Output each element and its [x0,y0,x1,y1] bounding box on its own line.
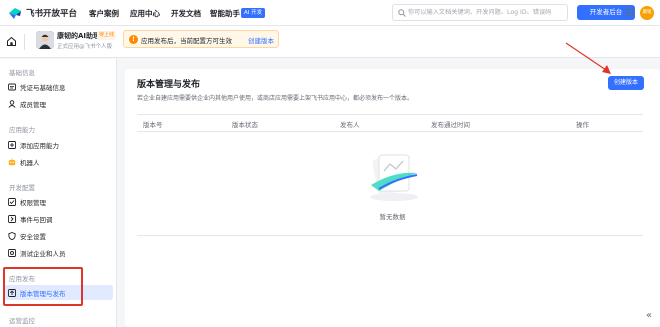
create-version-button[interactable]: 创建版本 [608,76,644,90]
sidebar-group-dev-config: 开发配置 [9,184,35,192]
sidebar-group-monitoring: 运营监控 [9,317,35,325]
sidebar-group-basic: 基础信息 [9,69,35,77]
sidebar-item-label: 权限管理 [20,199,46,207]
event-icon [8,215,16,223]
sidebar-item-label: 机器人 [20,159,40,167]
user-icon [8,100,16,108]
grid-icon[interactable] [625,8,634,17]
app-status-badge: 待上线 [97,31,117,40]
sidebar-item-bot[interactable]: 机器人 [4,154,113,169]
sidebar-item-label: 成员管理 [20,101,46,109]
sidebar-item-label: 添加应用能力 [20,142,59,150]
credential-icon [8,83,16,91]
publish-notice: ! 应用发布后，当前配置方可生效 创建版本 [123,30,279,48]
nav-dev-docs[interactable]: 开发文档 [171,8,201,19]
search-input[interactable] [408,7,566,18]
sidebar-item-label: 安全设置 [20,233,46,241]
sidebar-item-credentials[interactable]: 凭证与基础信息 [4,79,113,94]
sidebar-item-members[interactable]: 成员管理 [4,96,113,111]
column-header-approved-time: 发布通过时间 [431,121,470,129]
sidebar-item-security[interactable]: 安全设置 [4,228,113,243]
column-header-version: 版本号 [143,121,163,129]
brand-title[interactable]: 飞书开放平台 [26,7,77,19]
shield-icon [8,232,16,240]
column-header-actions: 操作 [576,121,589,129]
empty-data-illustration-icon [370,154,418,201]
notice-text: 应用发布后，当前配置方可生效 [141,37,232,45]
sidebar-item-label: 事件与回调 [20,216,53,224]
add-square-icon [8,141,16,149]
column-header-status: 版本状态 [232,121,258,129]
app-name: 康韧的AI助理 [57,32,101,40]
notice-create-version-link[interactable]: 创建版本 [248,35,274,45]
person-avatar-icon [36,31,54,49]
column-header-publisher: 发布人 [340,121,360,129]
sidebar-item-add-capability[interactable]: 添加应用能力 [4,137,113,152]
sidebar-item-test-tenants[interactable]: 测试企业和人员 [4,245,113,260]
table-bottom-divider [137,235,643,236]
permission-icon [8,198,16,206]
home-icon[interactable] [6,36,17,47]
search-box[interactable] [392,4,568,21]
robot-icon [8,158,16,166]
nav-customer-cases[interactable]: 客户案例 [89,8,119,19]
app-header-bar: 康韧的AI助理 待上线 正式应用@飞书个人版 ! 应用发布后，当前配置方可生效 … [0,26,660,58]
sidebar-item-label: 凭证与基础信息 [20,84,66,92]
app-avatar[interactable] [36,31,54,49]
search-icon [398,9,406,17]
empty-state-text: 暂无数据 [379,213,406,221]
table-header: 版本号 版本状态 发布人 发布通过时间 操作 [137,114,643,132]
double-chevron-left-icon[interactable]: « [642,309,656,323]
sidebar-item-permissions[interactable]: 权限管理 [4,194,113,209]
sidebar-group-capabilities: 应用能力 [9,126,35,134]
app-subtitle: 正式应用@飞书个人版 [57,44,113,50]
test-icon [8,249,16,257]
warning-icon: ! [129,35,138,44]
top-nav-bar: 飞书开放平台 客户案例 应用中心 开发文档 智能助手 AI 开发 开发者后台 康… [0,0,660,26]
ai-dev-badge: AI 开发 [241,8,266,18]
page-title: 版本管理与发布 [137,80,201,90]
sidebar-item-label: 测试企业和人员 [20,250,66,258]
nav-smart-assistant[interactable]: 智能助手 [210,8,240,19]
nav-app-center[interactable]: 应用中心 [130,8,160,19]
version-management-panel: 版本管理与发布 若企业自建应用需要供企业内其他用户使用，或商店应用需要上架飞书应… [125,69,660,327]
highlight-annotation-box [3,267,83,306]
user-avatar[interactable]: 康铭 [640,6,654,20]
sidebar-item-events[interactable]: 事件与回调 [4,211,113,226]
divider [24,34,25,50]
page-description: 若企业自建应用需要供企业内其他用户使用，或商店应用需要上架飞书应用中心，都必须发… [137,95,414,102]
feishu-logo-icon[interactable] [8,6,22,20]
